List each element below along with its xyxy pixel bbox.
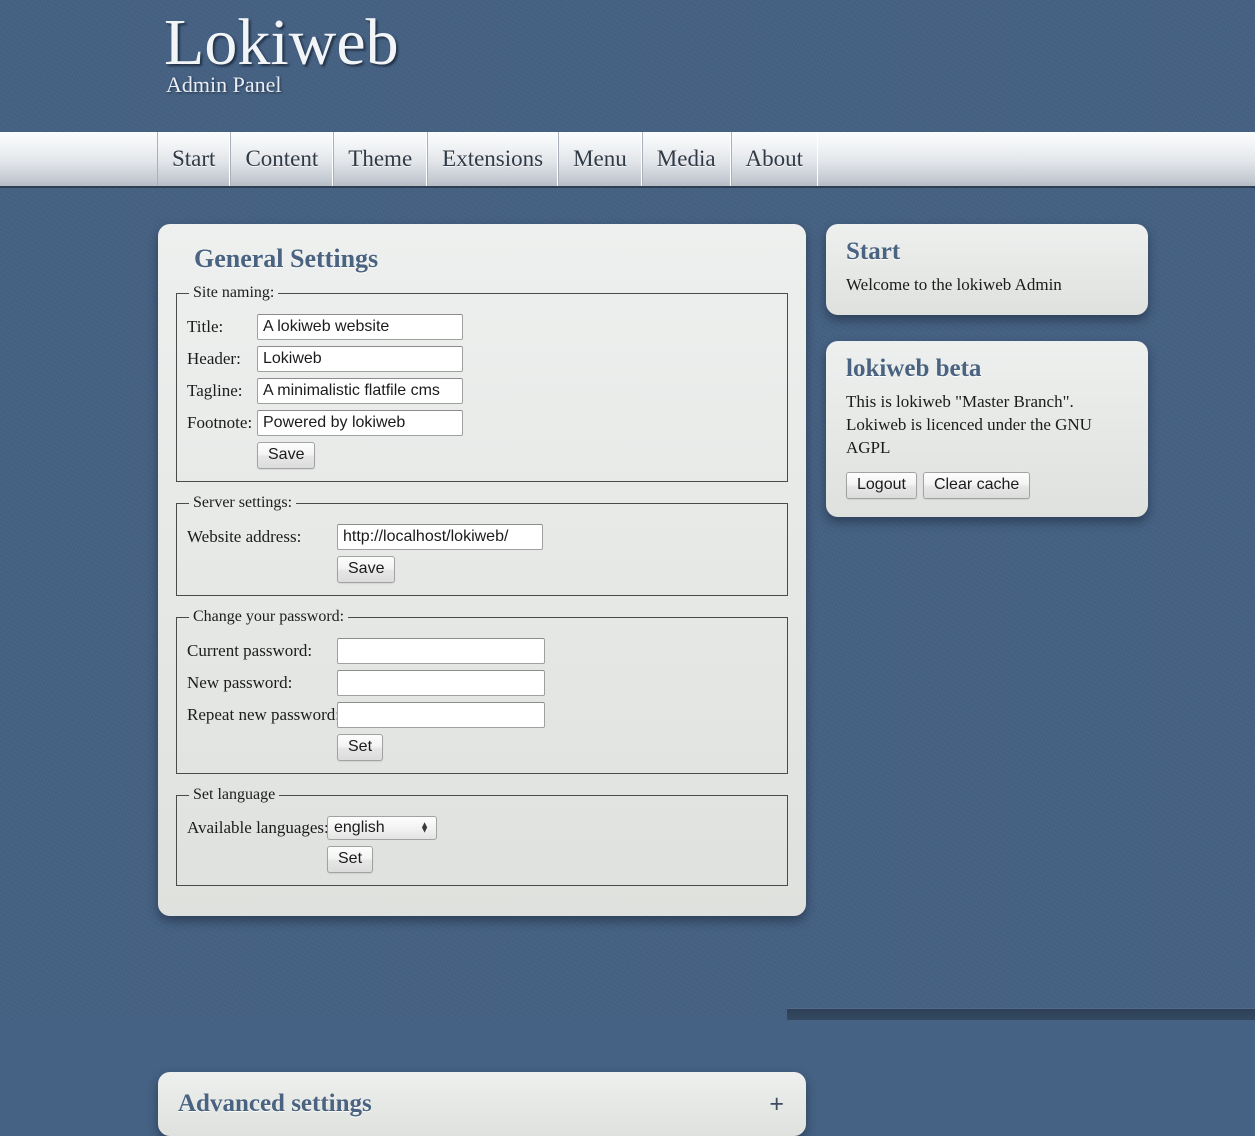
form-row-new-password: New password: <box>187 670 777 696</box>
footnote-label: Footnote: <box>187 413 257 433</box>
available-languages-label: Available languages: <box>187 818 327 838</box>
set-language-fieldset: Set language Available languages: englis… <box>176 786 788 886</box>
form-row-repeat-password: Repeat new password: <box>187 702 777 728</box>
nav-item-start[interactable]: Start <box>157 132 230 186</box>
form-row-footnote: Footnote: <box>187 410 777 436</box>
server-settings-actions: Save <box>337 556 777 583</box>
form-row-tagline: Tagline: <box>187 378 777 404</box>
save-server-settings-button[interactable]: Save <box>337 556 395 583</box>
set-password-button[interactable]: Set <box>337 734 383 761</box>
change-password-legend: Change your password: <box>189 608 348 626</box>
language-select-wrapper: english ▲ ▼ <box>327 816 437 840</box>
website-address-input[interactable] <box>337 524 543 550</box>
current-password-input[interactable] <box>337 638 545 664</box>
plus-icon[interactable]: + <box>769 1092 784 1117</box>
form-row-language: Available languages: english ▲ ▼ <box>187 816 777 840</box>
main-column: General Settings Site naming: Title: Hea… <box>158 224 806 916</box>
title-input[interactable] <box>257 314 463 340</box>
server-settings-legend: Server settings: <box>189 494 296 512</box>
header-input[interactable] <box>257 346 463 372</box>
form-row-header: Header: <box>187 346 777 372</box>
nav-item-content[interactable]: Content <box>230 132 333 186</box>
header-label: Header: <box>187 349 257 369</box>
site-naming-actions: Save <box>257 442 777 469</box>
new-password-input[interactable] <box>337 670 545 696</box>
sidebar-panel-beta-actions: Logout Clear cache <box>846 472 1128 499</box>
sidebar-panel-beta: lokiweb beta This is lokiweb "Master Bra… <box>826 341 1148 517</box>
set-language-actions: Set <box>327 846 777 873</box>
sidebar-panel-start-text: Welcome to the lokiweb Admin <box>846 274 1128 297</box>
form-row-title: Title: <box>187 314 777 340</box>
site-naming-legend: Site naming: <box>189 284 278 302</box>
advanced-settings-panel[interactable]: Advanced settings + <box>158 1072 806 1136</box>
form-row-website-address: Website address: <box>187 524 777 550</box>
site-naming-fieldset: Site naming: Title: Header: Tagline: Foo… <box>176 284 788 482</box>
nav-left-spacer <box>0 132 157 186</box>
nav-item-about[interactable]: About <box>731 132 819 186</box>
language-select[interactable]: english <box>327 816 437 840</box>
sidebar-panel-beta-heading: lokiweb beta <box>846 355 1128 383</box>
tagline-input[interactable] <box>257 378 463 404</box>
nav-item-theme[interactable]: Theme <box>333 132 427 186</box>
general-settings-panel: General Settings Site naming: Title: Hea… <box>158 224 806 916</box>
form-row-current-password: Current password: <box>187 638 777 664</box>
current-password-label: Current password: <box>187 641 337 661</box>
new-password-label: New password: <box>187 673 337 693</box>
set-language-button[interactable]: Set <box>327 846 373 873</box>
repeat-password-input[interactable] <box>337 702 545 728</box>
sidebar: Start Welcome to the lokiweb Admin lokiw… <box>826 224 1148 543</box>
clear-cache-button[interactable]: Clear cache <box>923 472 1030 499</box>
nav-item-menu[interactable]: Menu <box>558 132 642 186</box>
set-language-legend: Set language <box>189 786 279 804</box>
advanced-settings-title: Advanced settings <box>178 1090 372 1118</box>
nav-item-extensions[interactable]: Extensions <box>427 132 558 186</box>
logout-button[interactable]: Logout <box>846 472 917 499</box>
sidebar-panel-beta-text: This is lokiweb "Master Branch". Lokiweb… <box>846 391 1128 460</box>
site-header: Lokiweb Admin Panel <box>0 0 1255 132</box>
bottom-status-bar <box>787 1008 1255 1020</box>
footnote-input[interactable] <box>257 410 463 436</box>
save-site-naming-button[interactable]: Save <box>257 442 315 469</box>
tagline-label: Tagline: <box>187 381 257 401</box>
change-password-actions: Set <box>337 734 777 761</box>
website-address-label: Website address: <box>187 527 337 547</box>
server-settings-fieldset: Server settings: Website address: Save <box>176 494 788 596</box>
sidebar-panel-start-heading: Start <box>846 238 1128 266</box>
nav-item-media[interactable]: Media <box>642 132 731 186</box>
change-password-fieldset: Change your password: Current password: … <box>176 608 788 774</box>
site-title: Lokiweb <box>164 10 399 76</box>
sidebar-panel-start: Start Welcome to the lokiweb Admin <box>826 224 1148 315</box>
main-navigation: Start Content Theme Extensions Menu Medi… <box>0 132 1255 188</box>
title-label: Title: <box>187 317 257 337</box>
page-title: General Settings <box>194 244 788 274</box>
site-subtitle: Admin Panel <box>166 74 282 96</box>
repeat-password-label: Repeat new password: <box>187 705 337 725</box>
